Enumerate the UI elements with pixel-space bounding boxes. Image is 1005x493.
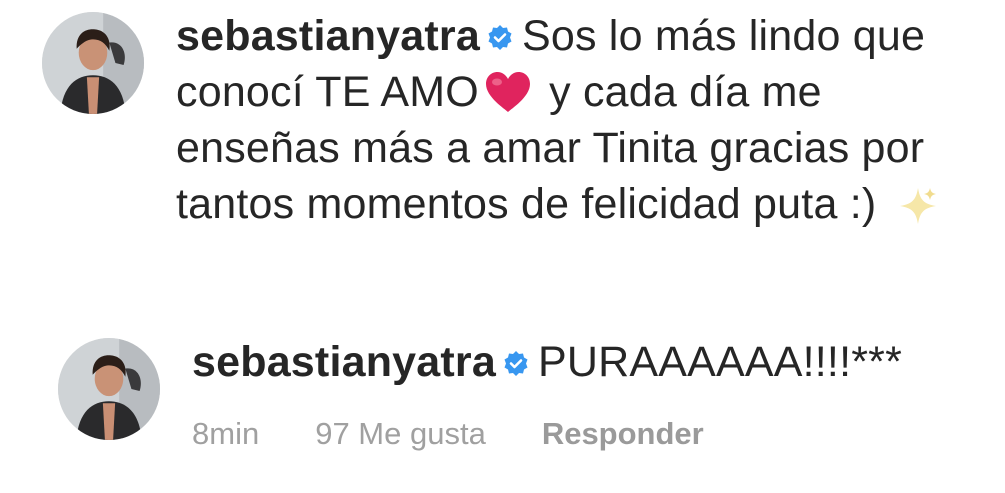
heart-emoji-icon [483,70,533,114]
username-link[interactable]: sebastianyatra [192,338,496,386]
username-link[interactable]: sebastianyatra [176,12,480,60]
comment-body: sebastianyatra PURAAAAAA!!!!*** [192,334,992,390]
avatar[interactable] [58,338,160,440]
verified-badge-icon [486,24,514,52]
comment-body: sebastianyatra Sos lo más lindo que conoc… [176,8,991,232]
likes-count-link[interactable]: 97 Me gusta [315,414,486,454]
profile-photo-icon [42,12,144,114]
avatar[interactable] [42,12,144,114]
comment-meta: 8min 97 Me gusta Responder [192,414,704,454]
comment-timestamp: 8min [192,416,260,451]
comment-text: PURAAAAAA!!!!*** [537,338,903,386]
verified-badge-icon [502,350,530,378]
sparkle-emoji-icon [896,184,940,228]
reply-button[interactable]: Responder [542,414,704,454]
profile-photo-icon [58,338,160,440]
comments-screen: sebastianyatra Sos lo más lindo que conoc… [0,0,1005,493]
